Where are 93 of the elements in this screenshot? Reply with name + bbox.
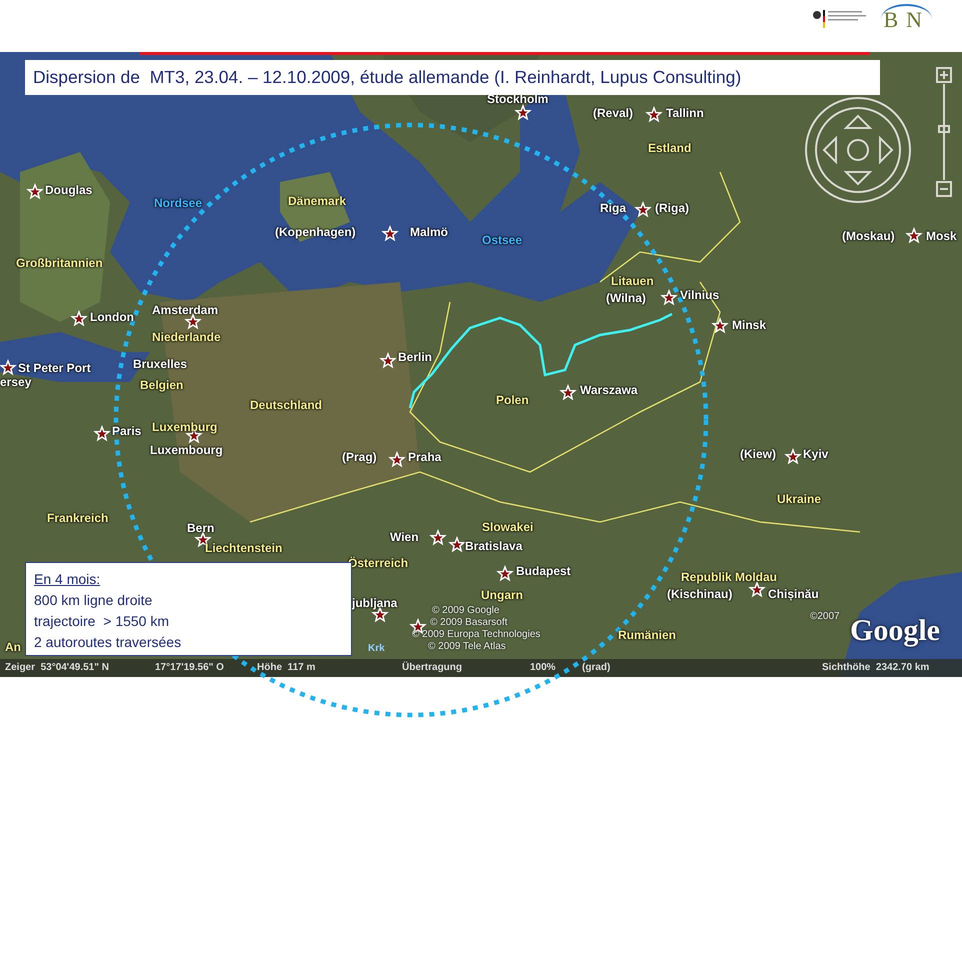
status-text: Zeiger 53°04'49.51" N: [5, 661, 109, 675]
status-text: Höhe 117 m: [257, 661, 316, 675]
country-label: Liechtenstein: [205, 541, 282, 555]
status-text: (grad): [582, 661, 610, 675]
city-label: Budapest: [516, 564, 571, 578]
city-label: Amsterdam: [152, 303, 218, 317]
city-star-icon: [448, 536, 466, 552]
country-label: Estland: [648, 141, 692, 155]
city-star-icon: [711, 316, 729, 334]
city-star-icon: [748, 580, 766, 598]
status-text: 100%: [530, 661, 556, 675]
city-label: Wien: [390, 530, 419, 544]
copyright-text: © 2009 Basarsoft: [430, 616, 508, 630]
country-label: Ukraine: [777, 492, 822, 506]
country-label: Dänemark: [288, 194, 346, 208]
city-star-icon: [381, 224, 399, 242]
country-label: Belgien: [140, 378, 184, 392]
country-label: Niederlande: [152, 330, 221, 344]
city-star-icon: [559, 384, 577, 400]
city-label: (Kopenhagen): [275, 225, 356, 239]
city-star-icon: [496, 564, 514, 582]
city-label: Warszawa: [580, 383, 638, 397]
city-label: ersey: [0, 375, 32, 389]
bfn-logo: BN: [881, 4, 932, 34]
city-star-icon: [660, 288, 678, 306]
country-label: Republik Moldau: [681, 570, 777, 584]
city-star-icon: [70, 310, 88, 326]
city-label: (Kiew): [740, 447, 776, 461]
slide-title: Dispersion de MT3, 23.04. – 12.10.2009, étude allemande (I. Reinhardt, Lupus Consulting): [25, 60, 880, 95]
country-label: Ungarn: [481, 588, 523, 602]
sea-label: Nordsee: [154, 196, 202, 210]
city-label: Bratislava: [465, 539, 522, 553]
country-label: Luxemburg: [152, 420, 218, 434]
country-label: An: [5, 640, 21, 654]
country-label: Slowakei: [482, 520, 534, 534]
city-star-icon: [388, 450, 406, 468]
city-star-icon: [429, 528, 447, 546]
info-line: 800 km ligne droite: [34, 591, 152, 610]
country-label: Großbritannien: [16, 256, 103, 270]
country-label: Frankreich: [47, 511, 108, 525]
copyright-text: © 2009 Europa Technologies: [412, 628, 540, 642]
google-logo: Google: [850, 614, 940, 648]
status-text: Sichthöhe 2342.70 km: [822, 661, 930, 675]
city-label: Praha: [408, 450, 442, 464]
city-label: Stockholm: [487, 92, 548, 106]
country-label: Polen: [496, 393, 529, 407]
city-label: Berlin: [398, 350, 432, 364]
city-label: Minsk: [732, 318, 766, 332]
zoom-slider-control[interactable]: [935, 66, 953, 198]
city-label: Malmö: [410, 225, 448, 239]
city-label: jubljana: [352, 596, 398, 610]
copyright-text: © 2009 Tele Atlas: [428, 640, 506, 654]
navigation-compass-control[interactable]: [804, 96, 912, 204]
city-star-icon: [514, 104, 532, 120]
city-label: St Peter Port: [18, 361, 91, 375]
city-label: Mosk: [926, 229, 957, 243]
city-label: (Reval): [593, 106, 634, 120]
city-label: Riga: [600, 201, 626, 215]
city-star-icon: [26, 182, 44, 200]
city-label: Paris: [112, 424, 142, 438]
info-heading: En 4 mois:: [34, 570, 100, 589]
city-label: Bern: [187, 521, 214, 535]
city-star-icon: [379, 352, 397, 368]
copyright-text: ©2007: [810, 610, 840, 624]
city-label: Luxembourg: [150, 443, 223, 457]
city-label: Douglas: [45, 183, 92, 197]
info-line: 2 autoroutes traversées: [34, 633, 182, 652]
country-label: Rumänien: [618, 628, 676, 642]
city-star-icon: [645, 106, 663, 122]
city-star-icon: [93, 424, 111, 442]
city-label: Tallinn: [666, 106, 704, 120]
info-line: trajectoire > 1550 km: [34, 612, 170, 631]
status-text: Übertragung: [402, 661, 462, 675]
city-label: London: [90, 310, 134, 324]
city-label: Chișinău: [768, 587, 819, 601]
city-label: (Kischinau): [667, 587, 732, 601]
city-label: (Riga): [655, 201, 689, 215]
city-star-icon: [634, 200, 652, 218]
city-star-icon: [905, 226, 923, 244]
city-star-icon: [784, 448, 802, 464]
city-label: (Prag): [342, 450, 377, 464]
country-label: Österreich: [348, 556, 408, 570]
sea-label: Ostsee: [482, 233, 522, 247]
city-label: (Wilna): [606, 291, 646, 305]
city-label: Kyiv: [803, 447, 828, 461]
copyright-text: © 2009 Google: [432, 604, 500, 618]
city-label: Bruxelles: [133, 357, 188, 371]
city-star-icon: [0, 358, 17, 376]
status-text: 17°17'19.56" O: [155, 661, 224, 675]
country-label: Litauen: [611, 274, 654, 288]
island-label: Krk: [368, 642, 385, 656]
country-label: Deutschland: [250, 398, 322, 412]
city-label: (Moskau): [842, 229, 895, 243]
